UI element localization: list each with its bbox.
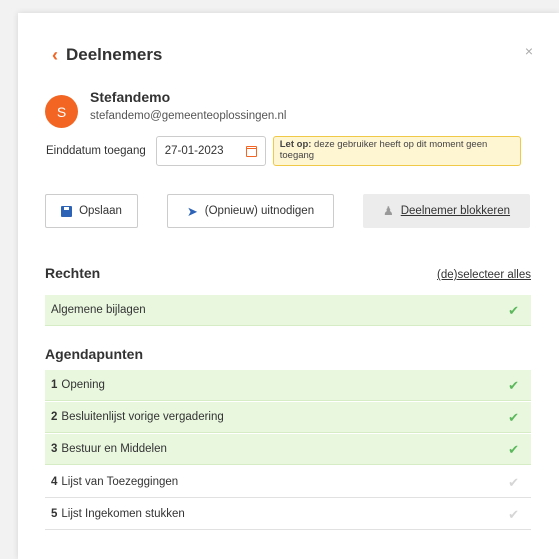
check-icon: ✔: [508, 302, 519, 318]
avatar: S: [45, 95, 78, 128]
user-block-icon: ♟: [382, 204, 394, 218]
save-button[interactable]: Opslaan: [45, 194, 138, 228]
user-name: Stefandemo: [90, 89, 171, 105]
user-info: S Stefandemo stefandemo@gemeenteoplossin…: [45, 89, 286, 128]
rechten-row-algemene-bijlagen[interactable]: Algemene bijlagen ✔: [45, 295, 531, 326]
agenda-row-number: 4: [51, 476, 58, 488]
check-icon: ✔: [508, 441, 519, 457]
check-icon: ✔: [508, 506, 519, 522]
agenda-row-number: 2: [51, 411, 58, 423]
block-button-label: Deelnemer blokkeren: [400, 205, 511, 217]
agenda-row-label: Bestuur en Middelen: [61, 443, 167, 455]
agenda-title: Agendapunten: [45, 346, 143, 362]
paper-plane-icon: ➤: [186, 203, 198, 219]
floppy-disk-icon: [61, 205, 73, 217]
agenda-row[interactable]: 4 Lijst van Toezeggingen ✔: [45, 467, 531, 498]
save-button-label: Opslaan: [79, 205, 122, 217]
end-date-field[interactable]: 27-01-2023: [155, 136, 266, 166]
invite-button-label: (Opnieuw) uitnodigen: [204, 205, 315, 217]
agenda-row-label: Besluitenlijst vorige vergadering: [61, 411, 224, 423]
warning-text: deze gebruiker heeft op dit moment geen …: [279, 139, 488, 161]
calendar-icon[interactable]: [245, 145, 257, 157]
chevron-left-icon[interactable]: ‹: [52, 46, 58, 64]
invite-button[interactable]: ➤ (Opnieuw) uitnodigen: [167, 194, 334, 228]
rechten-row-label: Algemene bijlagen: [51, 304, 146, 316]
agenda-row[interactable]: 3 Bestuur en Middelen ✔: [45, 434, 531, 465]
end-date-label: Einddatum toegang: [46, 145, 146, 157]
close-icon[interactable]: ×: [525, 43, 533, 59]
agenda-row-label: Opening: [61, 379, 105, 391]
end-date-value: 27-01-2023: [164, 145, 224, 157]
check-icon: ✔: [508, 474, 519, 490]
agenda-row-label: Lijst van Toezeggingen: [61, 476, 179, 488]
agenda-row[interactable]: 1 Opening ✔: [45, 370, 531, 401]
page-title: Deelnemers: [66, 45, 163, 64]
rechten-header: Rechten (de)selecteer alles: [45, 265, 531, 281]
panel-header: ‹ Deelnemers: [52, 45, 162, 65]
rechten-title: Rechten: [45, 265, 101, 281]
select-all-link[interactable]: (de)selecteer alles: [437, 269, 531, 281]
participant-panel: ‹ Deelnemers × S Stefandemo stefandemo@g…: [18, 13, 559, 559]
agenda-row-number: 1: [51, 379, 58, 391]
agenda-row-label: Lijst Ingekomen stukken: [61, 508, 185, 520]
check-icon: ✔: [508, 377, 519, 393]
access-row: Einddatum toegang 27-01-2023 Let op: dez…: [46, 136, 521, 166]
warning-bold: Let op:: [279, 139, 312, 150]
agenda-row-number: 3: [51, 443, 58, 455]
agenda-row-number: 5: [51, 508, 58, 520]
user-email: stefandemo@gemeenteoplossingen.nl: [90, 110, 287, 122]
block-participant-button[interactable]: ♟ Deelnemer blokkeren: [363, 194, 530, 228]
action-buttons: Opslaan ➤ (Opnieuw) uitnodigen ♟ Deelnem…: [45, 194, 530, 228]
agenda-row[interactable]: 2 Besluitenlijst vorige vergadering ✔: [45, 402, 531, 433]
access-warning: Let op: deze gebruiker heeft op dit mome…: [272, 136, 521, 166]
check-icon: ✔: [508, 409, 519, 425]
agenda-row[interactable]: 5 Lijst Ingekomen stukken ✔: [45, 499, 531, 530]
